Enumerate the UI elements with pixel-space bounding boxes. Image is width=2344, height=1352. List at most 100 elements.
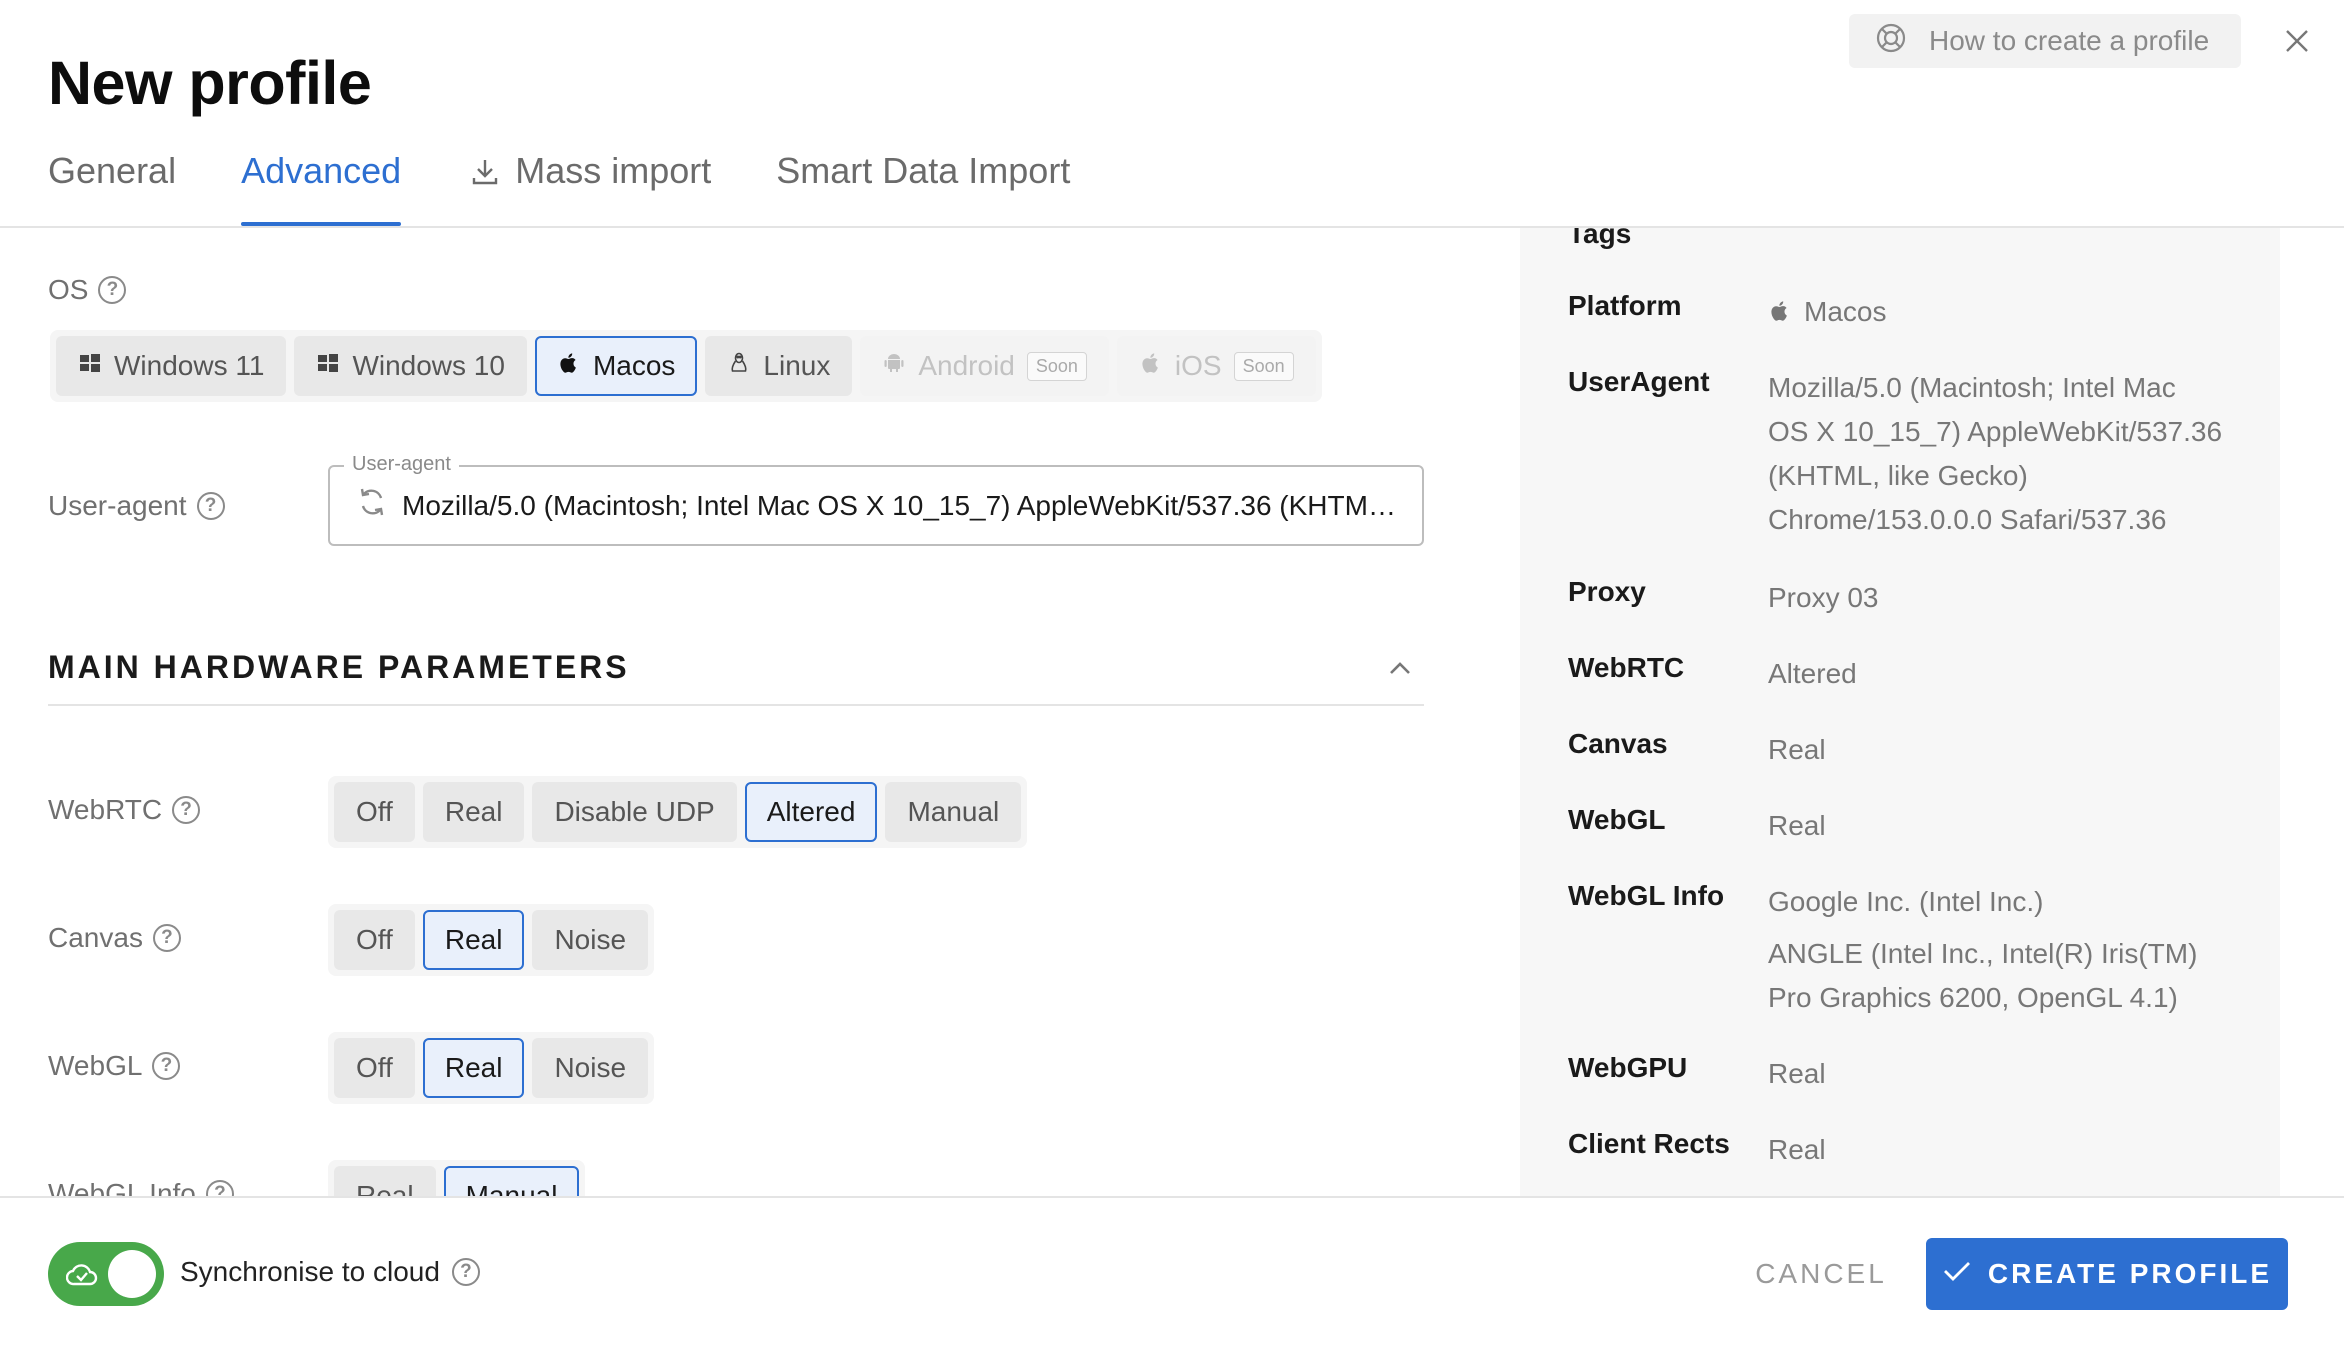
- webgl-label: WebGL ?: [48, 1050, 181, 1082]
- check-icon: [1942, 1258, 1972, 1290]
- canvas-real[interactable]: Real: [422, 910, 525, 970]
- help-icon[interactable]: ?: [98, 276, 127, 304]
- summary-client-rects: Client Rects Real: [1568, 1128, 1826, 1172]
- webgl-info-label: WebGL Info ?: [48, 1178, 234, 1196]
- page-title: New profile: [48, 49, 372, 117]
- summary-webgl-info: WebGL Info Google Inc. (Intel Inc.) ANGL…: [1568, 880, 2197, 1020]
- webrtc-off[interactable]: Off: [334, 782, 415, 842]
- tab-mass-import[interactable]: Mass import: [469, 140, 711, 228]
- summary-value: Real: [1768, 1058, 1826, 1089]
- sync-label-text: Synchronise to cloud: [180, 1256, 440, 1287]
- tab-advanced[interactable]: Advanced: [241, 140, 402, 228]
- create-profile-label: CREATE PROFILE: [1987, 1258, 2273, 1289]
- summary-webgpu: WebGPU Real: [1568, 1052, 1826, 1096]
- canvas-label-text: Canvas: [48, 922, 143, 953]
- os-label-text: OS: [48, 274, 89, 305]
- refresh-icon[interactable]: [356, 486, 388, 525]
- os-macos[interactable]: Macos: [534, 336, 698, 396]
- summary-tags-key: Tags: [1568, 228, 1632, 249]
- os-option-label: Windows 11: [114, 350, 265, 381]
- summary-key: WebGL Info: [1568, 880, 1725, 911]
- summary-value: Macos: [1768, 290, 1886, 336]
- webrtc-altered[interactable]: Altered: [744, 782, 878, 842]
- summary-value: Proxy 03: [1768, 582, 1879, 613]
- help-icon[interactable]: ?: [172, 796, 201, 824]
- summary-value: Google Inc. (Intel Inc.) ANGLE (Intel In…: [1768, 880, 2197, 1020]
- canvas-label: Canvas ?: [48, 922, 181, 954]
- how-to-create-profile-button[interactable]: How to create a profile: [1849, 14, 2241, 68]
- help-icon[interactable]: ?: [196, 492, 225, 520]
- webrtc-disable-udp[interactable]: Disable UDP: [532, 782, 737, 842]
- os-option-label: Windows 10: [352, 350, 505, 381]
- summary-proxy: Proxy Proxy 03: [1568, 576, 1879, 620]
- webrtc-label: WebRTC ?: [48, 794, 201, 826]
- webgl-noise[interactable]: Noise: [532, 1038, 649, 1098]
- help-icon[interactable]: ?: [152, 924, 181, 952]
- summary-value: Real: [1768, 734, 1826, 765]
- summary-line: Mozilla/5.0 (Macintosh; Intel Mac: [1768, 372, 2176, 403]
- user-agent-value: Mozilla/5.0 (Macintosh; Intel Mac OS X 1…: [402, 489, 1402, 521]
- webgl-real[interactable]: Real: [422, 1038, 525, 1098]
- section-title-hardware: MAIN HARDWARE PARAMETERS: [48, 649, 630, 685]
- toggle-knob: [108, 1250, 156, 1298]
- os-windows-10[interactable]: Windows 10: [294, 336, 527, 396]
- summary-tags: Tags: [1568, 228, 1768, 250]
- summary-value: Real: [1768, 810, 1826, 841]
- webrtc-real[interactable]: Real: [422, 782, 525, 842]
- webgl-info-real[interactable]: Real: [334, 1166, 436, 1196]
- summary-line: OS X 10_15_7) AppleWebKit/537.36: [1768, 416, 2223, 447]
- canvas-off[interactable]: Off: [334, 910, 415, 970]
- webgl-info-manual[interactable]: Manual: [443, 1166, 580, 1196]
- android-icon: [882, 350, 906, 382]
- webgl-label-text: WebGL: [48, 1050, 143, 1081]
- help-icon[interactable]: ?: [451, 1258, 480, 1286]
- os-option-label: iOS: [1174, 350, 1222, 381]
- sync-label: Synchronise to cloud ?: [180, 1256, 480, 1288]
- close-icon[interactable]: [2278, 22, 2316, 60]
- create-profile-button[interactable]: CREATE PROFILE: [1926, 1238, 2288, 1310]
- summary-key: Client Rects: [1568, 1128, 1730, 1159]
- advanced-form[interactable]: OS ? Windows 11 Windows 10 Macos Linux A…: [0, 228, 1500, 1196]
- user-agent-field[interactable]: Mozilla/5.0 (Macintosh; Intel Mac OS X 1…: [328, 465, 1424, 546]
- summary-line: Google Inc. (Intel Inc.): [1768, 886, 2044, 917]
- webgl-off[interactable]: Off: [334, 1038, 415, 1098]
- cancel-button[interactable]: CANCEL: [1735, 1238, 1907, 1310]
- summary-canvas: Canvas Real: [1568, 728, 1826, 772]
- webgl-info-selector: Real Manual: [328, 1160, 586, 1196]
- footer-divider: [0, 1196, 2344, 1198]
- os-option-label: Linux: [763, 350, 831, 381]
- tab-bar: General Advanced Mass import Smart Data …: [48, 140, 1070, 228]
- os-linux[interactable]: Linux: [705, 336, 853, 396]
- summary-line: (KHTML, like Gecko): [1768, 460, 2028, 491]
- summary-value: Altered: [1768, 658, 1857, 689]
- tab-smart-data-import[interactable]: Smart Data Import: [776, 140, 1070, 228]
- lifebuoy-icon: [1875, 22, 1907, 61]
- help-icon[interactable]: ?: [205, 1180, 234, 1196]
- tab-general[interactable]: General: [48, 140, 176, 228]
- windows-icon: [78, 350, 102, 382]
- download-icon: [469, 150, 501, 197]
- chevron-up-icon[interactable]: [1385, 654, 1415, 684]
- canvas-noise[interactable]: Noise: [532, 910, 649, 970]
- summary-line: Pro Graphics 6200, OpenGL 4.1): [1768, 982, 2178, 1013]
- soon-badge: Soon: [1233, 351, 1294, 381]
- os-ios: iOS Soon: [1116, 336, 1316, 396]
- tab-mass-import-label: Mass import: [515, 150, 712, 191]
- apple-icon: [557, 350, 581, 382]
- sync-cloud-toggle[interactable]: [48, 1242, 164, 1306]
- soon-badge: Soon: [1026, 351, 1087, 381]
- section-divider: [48, 704, 1424, 706]
- user-agent-floating-label: User-agent: [344, 453, 459, 476]
- help-icon[interactable]: ?: [152, 1052, 181, 1080]
- summary-webrtc: WebRTC Altered: [1568, 652, 1857, 696]
- summary-value: Real: [1768, 1134, 1826, 1165]
- user-agent-label: User-agent ?: [48, 490, 225, 522]
- os-windows-11[interactable]: Windows 11: [56, 336, 287, 396]
- summary-value: Mozilla/5.0 (Macintosh; Intel Mac OS X 1…: [1768, 366, 2222, 542]
- summary-useragent: UserAgent Mozilla/5.0 (Macintosh; Intel …: [1568, 366, 2222, 542]
- os-option-label: Macos: [592, 350, 676, 381]
- summary-key: WebRTC: [1568, 652, 1685, 683]
- os-option-label: Android: [918, 350, 1015, 381]
- os-label: OS ?: [48, 274, 127, 306]
- webrtc-manual[interactable]: Manual: [885, 782, 1022, 842]
